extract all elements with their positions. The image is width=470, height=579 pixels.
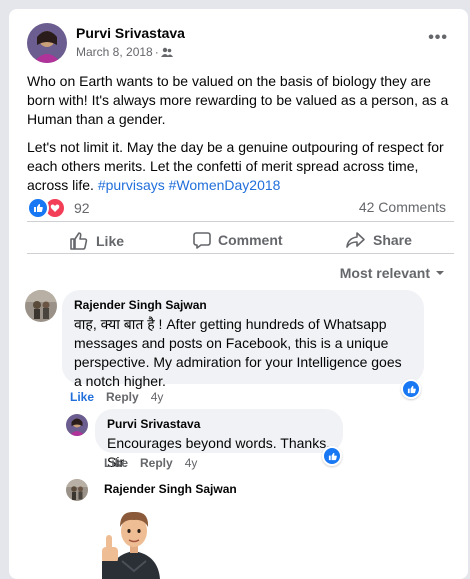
commenter-avatar[interactable] (25, 290, 57, 322)
comment-author[interactable]: Rajender Singh Sajwan (74, 297, 412, 313)
like-label: Like (96, 233, 125, 249)
friends-icon (160, 47, 173, 57)
comment-button[interactable]: Comment (193, 231, 283, 249)
reply-like-badge-icon[interactable] (322, 446, 342, 466)
divider (27, 221, 454, 222)
hashtag-link[interactable]: #WomenDay2018 (169, 177, 281, 193)
comment-text: वाह, क्या बात है ! After getting hundred… (74, 316, 402, 389)
author-name[interactable]: Purvi Srivastava (76, 25, 185, 41)
reply-avatar[interactable] (66, 414, 88, 436)
reply-author[interactable]: Rajender Singh Sajwan (104, 482, 237, 496)
comment-like-badge-icon[interactable] (401, 379, 421, 399)
reply-like-button[interactable]: Like (104, 456, 128, 470)
divider (27, 253, 454, 254)
reply-actions: Like Reply 4y (104, 456, 197, 470)
comment-count[interactable]: 42 Comments (359, 199, 446, 215)
sort-comments-dropdown[interactable]: Most relevant (340, 265, 446, 281)
share-button[interactable]: Share (346, 231, 412, 249)
comment-time[interactable]: 4y (151, 390, 164, 404)
hashtag-link[interactable]: #purvisays (98, 177, 165, 193)
comment-actions: Like Reply 4y (70, 390, 163, 404)
reply-time[interactable]: 4y (185, 456, 198, 470)
comment-bubble: Rajender Singh Sajwan वाह, क्या बात है !… (62, 290, 424, 389)
like-reaction-icon (27, 197, 49, 219)
reply-reply-button[interactable]: Reply (140, 456, 173, 470)
post-date[interactable]: March 8, 2018 (76, 45, 153, 59)
reply-bubble: Purvi Srivastava Encourages beyond words… (95, 409, 343, 470)
post-body: Who on Earth wants to be valued on the b… (27, 72, 454, 204)
more-options-icon[interactable]: ••• (428, 29, 448, 47)
author-avatar[interactable] (27, 23, 67, 63)
share-label: Share (373, 232, 412, 248)
post-paragraph-1: Who on Earth wants to be valued on the b… (27, 73, 449, 127)
comment-like-button[interactable]: Like (70, 390, 94, 404)
thumbs-up-icon (70, 232, 88, 250)
post-paragraph-2: Let's not limit it. May the day be a gen… (27, 138, 454, 195)
share-icon (346, 232, 365, 248)
reactions-summary[interactable]: 92 (27, 197, 90, 219)
comment-icon (193, 232, 211, 249)
comment-label: Comment (218, 232, 283, 248)
post-card: Purvi Srivastava March 8, 2018 · ••• Who… (9, 9, 468, 579)
meta-dot: · (154, 45, 159, 59)
reply-avatar[interactable] (66, 479, 88, 501)
like-button[interactable]: Like (69, 231, 124, 251)
thumbs-up-avatar-sticker (102, 511, 160, 579)
comment-reply-button[interactable]: Reply (106, 390, 139, 404)
post-meta: March 8, 2018 · (76, 45, 173, 59)
chevron-down-icon (436, 271, 444, 275)
reply-author[interactable]: Purvi Srivastava (107, 416, 331, 432)
sort-label: Most relevant (339, 265, 430, 281)
reaction-count: 92 (74, 200, 90, 216)
